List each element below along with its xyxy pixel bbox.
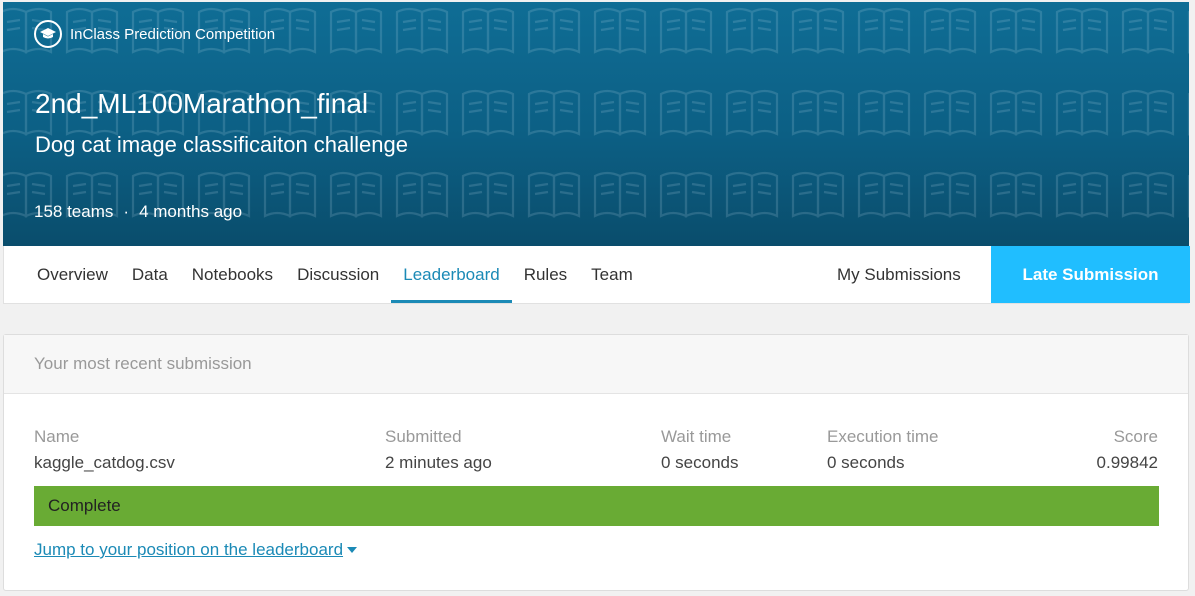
name-label: Name [34, 427, 80, 446]
tab-leaderboard[interactable]: Leaderboard [391, 246, 512, 303]
nav-tabs: Overview Data Notebooks Discussion Leade… [4, 246, 645, 303]
competition-meta: 158 teams · 4 months ago [34, 202, 242, 222]
competition-nav: Overview Data Notebooks Discussion Leade… [3, 246, 1190, 304]
graduation-cap-icon [34, 20, 62, 48]
execution-time-value: 0 seconds [827, 453, 905, 472]
execution-time-column: Execution time 0 seconds [827, 427, 939, 473]
meta-separator: · [123, 202, 130, 221]
score-value: 0.99842 [1096, 453, 1158, 472]
wait-time-column: Wait time 0 seconds [661, 427, 739, 473]
submitted-value: 2 minutes ago [385, 453, 492, 472]
panel-heading: Your most recent submission [4, 335, 1188, 394]
tab-data[interactable]: Data [120, 246, 180, 303]
tab-discussion[interactable]: Discussion [285, 246, 391, 303]
tab-overview[interactable]: Overview [4, 246, 120, 303]
jump-link-label: Jump to your position on the leaderboard [34, 540, 344, 559]
tab-notebooks[interactable]: Notebooks [180, 246, 285, 303]
wait-time-label: Wait time [661, 427, 732, 446]
competition-header: InClass Prediction Competition 2nd_ML100… [3, 2, 1189, 246]
tab-rules[interactable]: Rules [512, 246, 579, 303]
jump-to-leaderboard-link[interactable]: Jump to your position on the leaderboard [34, 540, 358, 560]
competition-age: 4 months ago [139, 202, 243, 221]
submitted-label: Submitted [385, 427, 462, 446]
status-bar: Complete [34, 486, 1159, 526]
wait-time-value: 0 seconds [661, 453, 739, 472]
score-column: Score 0.99842 [1097, 427, 1158, 473]
file-name: kaggle_catdog.csv [34, 453, 175, 472]
recent-submission-panel: Your most recent submission Name kaggle_… [3, 334, 1189, 591]
submission-name-column: Name kaggle_catdog.csv [34, 427, 175, 473]
competition-subtitle: Dog cat image classificaiton challenge [35, 132, 408, 157]
my-submissions-link[interactable]: My Submissions [837, 246, 961, 303]
submitted-column: Submitted 2 minutes ago [385, 427, 492, 473]
competition-type: InClass Prediction Competition [34, 20, 275, 48]
team-count: 158 teams [34, 202, 114, 221]
competition-type-label: InClass Prediction Competition [70, 25, 276, 43]
score-label: Score [1113, 427, 1158, 446]
late-submission-button[interactable]: Late Submission [991, 246, 1190, 303]
caret-down-icon [347, 547, 358, 553]
execution-time-label: Execution time [827, 427, 939, 446]
competition-title: 2nd_ML100Marathon_final [35, 88, 369, 119]
tab-team[interactable]: Team [579, 246, 645, 303]
